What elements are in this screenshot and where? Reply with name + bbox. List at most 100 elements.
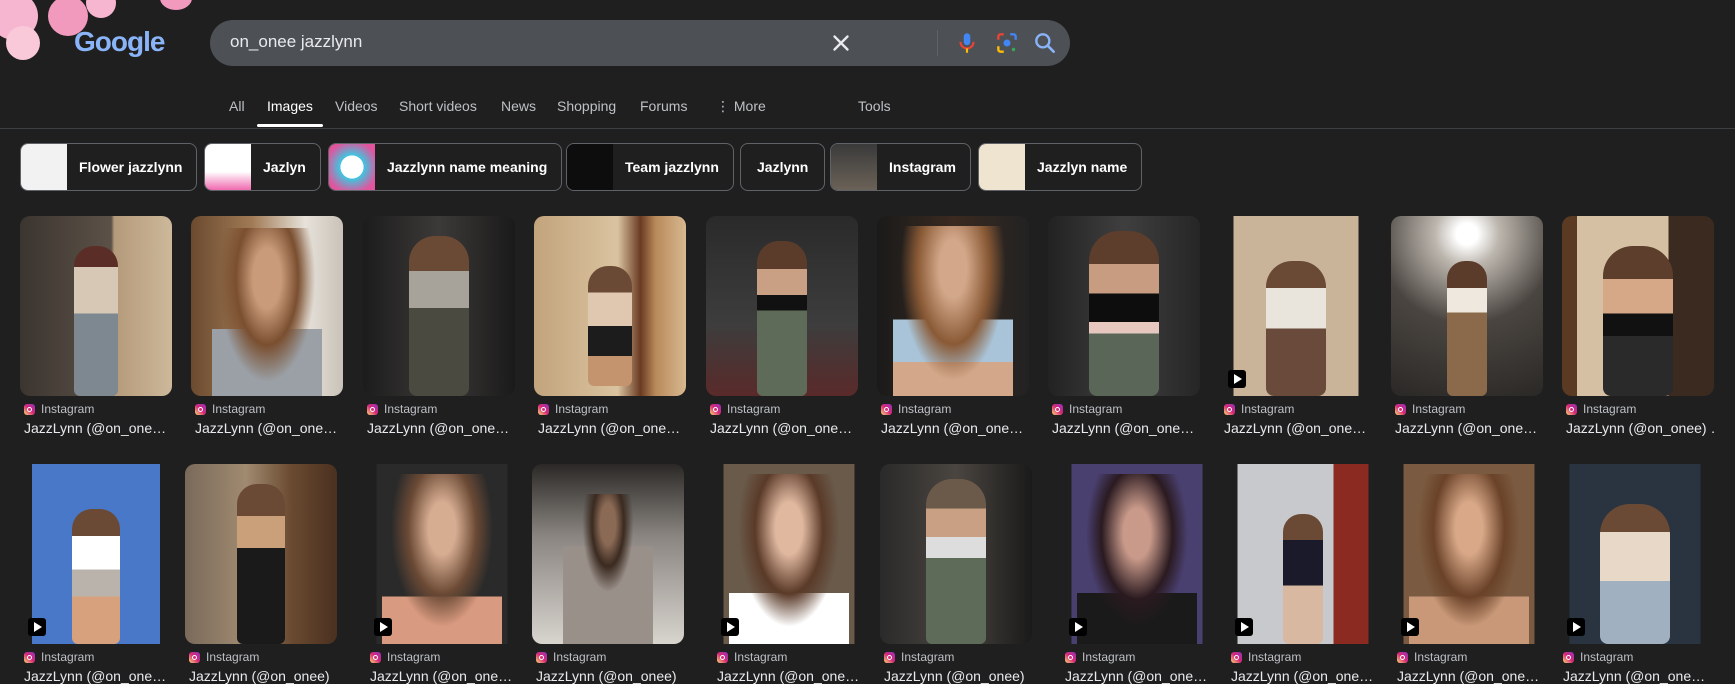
result-title[interactable]: JazzLynn (@on_onee) — [536, 668, 684, 684]
result-source: Instagram — [195, 402, 265, 416]
result-title[interactable]: JazzLynn (@on_one… — [1065, 668, 1213, 684]
instagram-icon — [717, 651, 728, 663]
result-thumbnail — [1562, 216, 1714, 396]
tools-button[interactable]: Tools — [858, 98, 891, 114]
result-title[interactable]: JazzLynn (@on_one… — [1397, 668, 1545, 684]
result-thumbnail — [191, 216, 343, 396]
result-thumbnail — [20, 464, 172, 644]
chip-thumbnail — [979, 144, 1025, 190]
play-icon — [1069, 618, 1087, 636]
result-thumbnail — [1048, 216, 1200, 396]
result-title[interactable]: JazzLynn (@on_one… — [24, 420, 172, 436]
tab-news[interactable]: News — [501, 98, 536, 114]
instagram-icon — [1563, 651, 1574, 663]
play-icon — [28, 618, 46, 636]
instagram-icon — [1395, 403, 1406, 415]
result-source: Instagram — [1566, 402, 1636, 416]
result-title[interactable]: JazzLynn (@on_one… — [370, 668, 518, 684]
chip-thumbnail — [567, 144, 613, 190]
result-thumbnail — [366, 464, 518, 644]
play-icon — [1235, 618, 1253, 636]
instagram-icon — [1065, 651, 1076, 663]
instagram-icon — [1566, 403, 1577, 415]
chip-jazlynn[interactable]: Jazlynn — [740, 143, 826, 191]
result-source: Instagram — [1052, 402, 1122, 416]
result-title[interactable]: JazzLynn (@on_one… — [1395, 420, 1543, 436]
instagram-icon — [24, 651, 35, 663]
result-title[interactable]: JazzLynn (@on_one… — [710, 420, 858, 436]
instagram-icon — [1397, 651, 1408, 663]
play-icon — [1567, 618, 1585, 636]
result-title[interactable]: JazzLynn (@on_one… — [367, 420, 515, 436]
result-source: Instagram — [536, 650, 606, 664]
result-title[interactable]: JazzLynn (@on_one… — [24, 668, 172, 684]
result-thumbnail — [1061, 464, 1213, 644]
result-source: Instagram — [24, 650, 94, 664]
result-source: Instagram — [1065, 650, 1135, 664]
result-thumbnail — [706, 216, 858, 396]
active-tab-indicator — [257, 124, 323, 127]
tab-forums[interactable]: Forums — [640, 98, 687, 114]
play-icon — [721, 618, 739, 636]
search-bar[interactable]: on_onee jazzlynn — [210, 20, 1070, 66]
tab-all[interactable]: All — [229, 98, 245, 114]
result-title[interactable]: JazzLynn (@on_one… — [195, 420, 343, 436]
instagram-icon — [884, 651, 895, 663]
result-title[interactable]: JazzLynn (@on_one… — [1231, 668, 1379, 684]
tab-shopping[interactable]: Shopping — [557, 98, 616, 114]
result-title[interactable]: JazzLynn (@on_one… — [881, 420, 1029, 436]
instagram-icon — [536, 651, 547, 663]
result-title[interactable]: JazzLynn (@on_onee) — [189, 668, 337, 684]
microphone-icon[interactable] — [954, 30, 980, 56]
result-source: Instagram — [710, 402, 780, 416]
result-source: Instagram — [1231, 650, 1301, 664]
result-thumbnail — [185, 464, 337, 644]
instagram-icon — [1052, 403, 1063, 415]
result-title[interactable]: JazzLynn (@on_one… — [1563, 668, 1711, 684]
chip-jazlyn[interactable]: Jazlyn — [204, 143, 321, 191]
tab-short-videos[interactable]: Short videos — [399, 98, 477, 114]
result-source: Instagram — [1563, 650, 1633, 664]
chip-label: Jazlyn — [263, 159, 306, 175]
clear-icon[interactable] — [828, 30, 854, 56]
search-input[interactable]: on_onee jazzlynn — [230, 32, 362, 52]
result-source: Instagram — [881, 402, 951, 416]
lens-icon[interactable] — [994, 30, 1020, 56]
chip-jazzlyn-name[interactable]: Jazzlyn name — [978, 143, 1143, 191]
chip-label: Jazzlyn name — [1037, 159, 1128, 175]
chip-jazzlynn-name-meaning[interactable]: Jazzlynn name meaning — [328, 143, 563, 191]
result-source: Instagram — [1224, 402, 1294, 416]
result-title[interactable]: JazzLynn (@on_one… — [717, 668, 865, 684]
search-icon[interactable] — [1032, 30, 1058, 56]
play-icon — [1228, 370, 1246, 388]
chip-thumbnail — [329, 144, 375, 190]
tab-images[interactable]: Images — [267, 98, 313, 114]
play-icon — [374, 618, 392, 636]
result-title[interactable]: JazzLynn (@on_one… — [538, 420, 686, 436]
tab-more[interactable]: ⋮ More — [716, 98, 766, 115]
instagram-icon — [24, 403, 35, 415]
result-thumbnail — [1559, 464, 1711, 644]
instagram-icon — [881, 403, 892, 415]
result-thumbnail — [534, 216, 686, 396]
result-title[interactable]: JazzLynn (@on_one… — [1052, 420, 1200, 436]
result-thumbnail — [1393, 464, 1545, 644]
chip-team-jazzlynn[interactable]: Team jazzlynn — [566, 143, 734, 191]
chip-instagram[interactable]: Instagram — [830, 143, 971, 191]
chip-label: Flower jazzlynn — [79, 159, 183, 175]
tab-more-label: More — [733, 98, 766, 114]
result-title[interactable]: JazzLynn (@on_one… — [1224, 420, 1372, 436]
result-title[interactable]: JazzLynn (@on_onee) — [884, 668, 1032, 684]
result-source: Instagram — [367, 402, 437, 416]
result-thumbnail — [532, 464, 684, 644]
chip-thumbnail — [205, 144, 251, 190]
chip-flower-jazzlynn[interactable]: Flower jazzlynn — [20, 143, 198, 191]
tab-videos[interactable]: Videos — [335, 98, 378, 114]
google-logo[interactable]: Google — [74, 26, 165, 58]
instagram-icon — [1224, 403, 1235, 415]
instagram-icon — [189, 651, 200, 663]
result-title[interactable]: JazzLynn (@on_onee) … — [1566, 420, 1714, 436]
chip-thumbnail — [21, 144, 67, 190]
result-source: Instagram — [370, 650, 440, 664]
result-source: Instagram — [884, 650, 954, 664]
